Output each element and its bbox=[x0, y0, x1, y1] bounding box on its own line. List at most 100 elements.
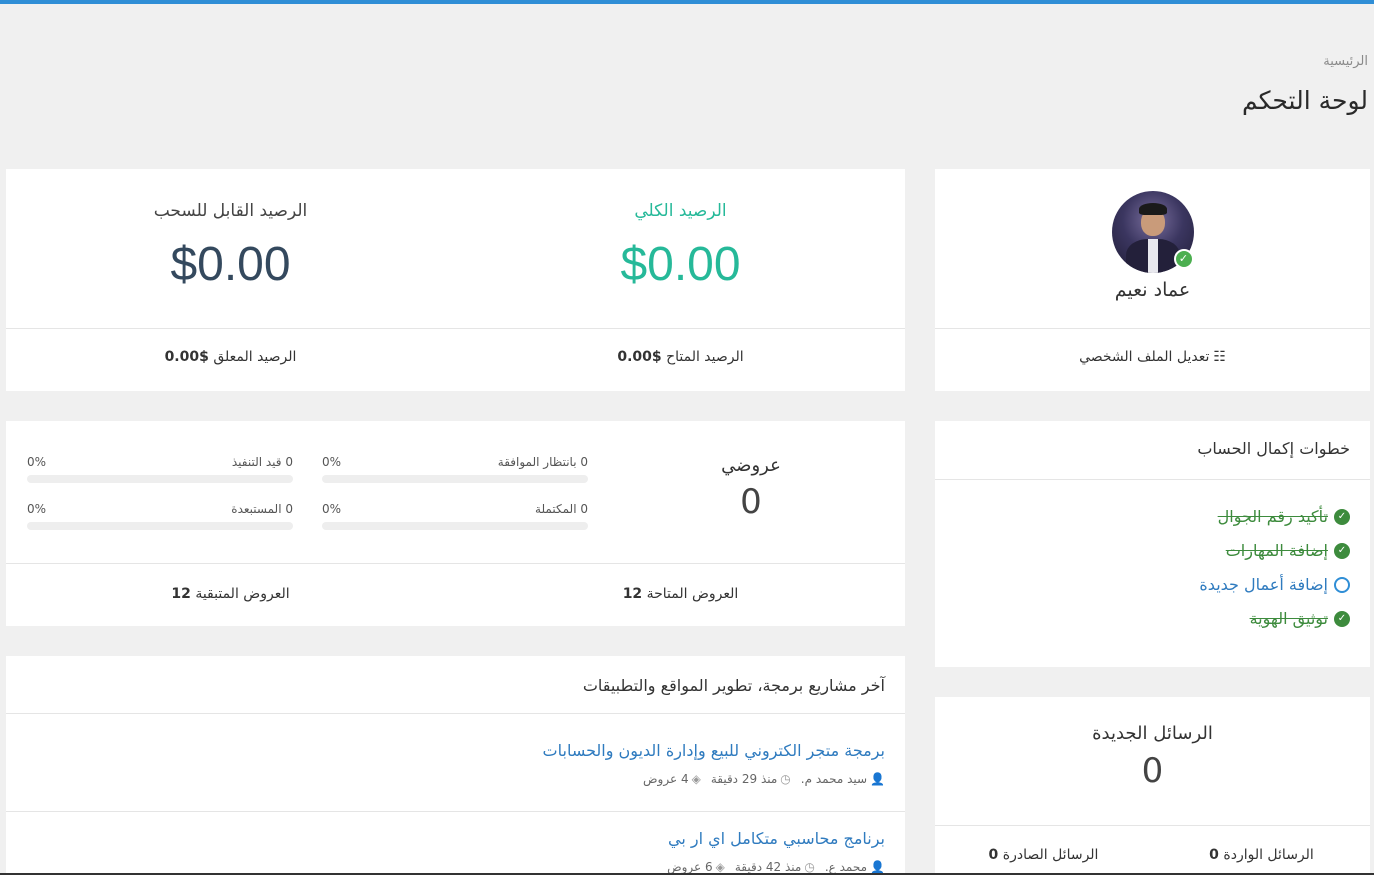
divider bbox=[935, 479, 1370, 480]
step-status-icon: ✓ bbox=[1334, 610, 1350, 627]
progress-completed: 0 المكتملة 0% bbox=[322, 502, 588, 530]
inbox-value: 0 bbox=[1209, 847, 1219, 863]
progress-excluded: 0 المستبعدة 0% bbox=[27, 502, 293, 530]
remaining-offers-label: العروض المتبقية bbox=[195, 586, 290, 602]
pending-balance-label: الرصيد المعلق bbox=[213, 349, 297, 365]
project-item: برمجة متجر الكتروني للبيع وإدارة الديون … bbox=[543, 741, 885, 786]
withdrawable-balance: الرصيد القابل للسحب $0.00 bbox=[6, 201, 455, 292]
divider bbox=[935, 825, 1370, 826]
clock-icon: ◷ bbox=[780, 772, 791, 786]
project-time: ◷منذ 29 دقيقة bbox=[711, 772, 791, 786]
outbox-value: 0 bbox=[988, 847, 999, 863]
outbox-messages[interactable]: الرسائل الصادرة 0 bbox=[935, 847, 1152, 863]
step-status-icon: ✓ bbox=[1334, 508, 1350, 525]
divider bbox=[935, 328, 1370, 329]
avatar-wrapper[interactable]: ✓ bbox=[1111, 191, 1194, 273]
project-title-link[interactable]: برنامج محاسبي متكامل اي ار بي bbox=[667, 829, 885, 848]
remaining-offers-value: 12 bbox=[171, 586, 191, 602]
remaining-offers: العروض المتبقية 12 bbox=[6, 586, 455, 602]
progress-bar bbox=[322, 475, 588, 483]
project-offers-text: 6 عروض bbox=[667, 860, 713, 874]
project-meta: 👤محمد ع. ◷منذ 42 دقيقة ◈6 عروض bbox=[667, 860, 885, 874]
page-title: لوحة التحكم bbox=[1241, 86, 1368, 115]
progress-bar bbox=[27, 522, 293, 530]
withdrawable-balance-label: الرصيد القابل للسحب bbox=[153, 201, 308, 221]
breadcrumb[interactable]: الرئيسية bbox=[1323, 54, 1368, 69]
project-offers-text: 4 عروض bbox=[643, 772, 689, 786]
project-author[interactable]: 👤سيد محمد م. bbox=[801, 772, 885, 786]
pending-balance: الرصيد المعلق $0.00 bbox=[6, 349, 455, 365]
project-author-name: سيد محمد م. bbox=[800, 772, 868, 786]
project-title-link[interactable]: برمجة متجر الكتروني للبيع وإدارة الديون … bbox=[543, 741, 885, 760]
progress-bar bbox=[27, 475, 293, 483]
inbox-messages[interactable]: الرسائل الواردة 0 bbox=[1153, 847, 1370, 863]
progress-label: 0 بانتظار الموافقة bbox=[497, 455, 588, 469]
project-time: ◷منذ 42 دقيقة bbox=[735, 860, 815, 874]
edit-profile-link[interactable]: ☷تعديل الملف الشخصي bbox=[935, 349, 1370, 365]
divider bbox=[6, 811, 905, 812]
tag-icon: ◈ bbox=[715, 860, 725, 874]
messages-title: الرسائل الجديدة bbox=[1092, 723, 1213, 744]
progress-bar bbox=[322, 522, 588, 530]
step-status-icon bbox=[1334, 576, 1350, 593]
project-offers: ◈4 عروض bbox=[643, 772, 701, 786]
progress-percent: 0% bbox=[322, 502, 342, 516]
step-label: إضافة أعمال جديدة bbox=[1199, 575, 1328, 594]
progress-percent: 0% bbox=[27, 502, 47, 516]
inbox-label: الرسائل الواردة bbox=[1223, 847, 1314, 863]
balance-card: الرصيد الكلي $0.00 الرصيد القابل للسحب $… bbox=[6, 169, 905, 391]
pending-balance-value: $0.00 bbox=[164, 349, 209, 365]
available-offers-label: العروض المتاحة bbox=[646, 586, 739, 602]
steps-heading: خطوات إكمال الحساب bbox=[1197, 439, 1350, 458]
project-item: برنامج محاسبي متكامل اي ار بي 👤محمد ع. ◷… bbox=[667, 829, 885, 874]
step-item[interactable]: ✓ تأكيد رقم الجوال bbox=[1199, 507, 1350, 526]
user-icon: 👤 bbox=[870, 772, 885, 786]
outbox-label: الرسائل الصادرة bbox=[1002, 847, 1099, 863]
step-item[interactable]: ✓ إضافة المهارات bbox=[1199, 541, 1350, 560]
progress-label: 0 قيد التنفيذ bbox=[231, 455, 293, 469]
divider bbox=[6, 713, 905, 714]
messages-count: 0 bbox=[1141, 751, 1164, 791]
clock-icon: ◷ bbox=[804, 860, 815, 874]
step-item[interactable]: إضافة أعمال جديدة bbox=[1199, 575, 1350, 594]
offers-card: عروضي 0 0 بانتظار الموافقة 0% 0 قيد التنف… bbox=[6, 421, 905, 626]
avatar-shirt bbox=[1147, 239, 1158, 273]
progress-percent: 0% bbox=[27, 455, 47, 469]
projects-heading: آخر مشاريع برمجة، تطوير المواقع والتطبيق… bbox=[582, 676, 885, 695]
messages-card: الرسائل الجديدة 0 الرسائل الواردة 0 الرس… bbox=[935, 697, 1370, 875]
steps-list: ✓ تأكيد رقم الجوال ✓ إضافة المهارات إضاف… bbox=[1199, 507, 1350, 643]
step-label: إضافة المهارات bbox=[1225, 541, 1328, 560]
progress-label: 0 المستبعدة bbox=[231, 502, 293, 516]
account-steps-card: خطوات إكمال الحساب ✓ تأكيد رقم الجوال ✓ … bbox=[935, 421, 1370, 667]
offers-count: 0 bbox=[740, 482, 762, 522]
step-item[interactable]: ✓ توثيق الهوية bbox=[1199, 609, 1350, 628]
available-offers: العروض المتاحة 12 bbox=[456, 586, 905, 602]
progress-label: 0 المكتملة bbox=[535, 502, 588, 516]
available-balance-label: الرصيد المتاح bbox=[666, 349, 744, 365]
total-balance: الرصيد الكلي $0.00 bbox=[456, 201, 905, 292]
project-offers: ◈6 عروض bbox=[667, 860, 725, 874]
profile-card: ✓ عماد نعيم ☷تعديل الملف الشخصي bbox=[935, 169, 1370, 391]
profile-name[interactable]: عماد نعيم bbox=[935, 279, 1370, 301]
tag-icon: ◈ bbox=[691, 772, 701, 786]
total-balance-value: $0.00 bbox=[620, 238, 741, 291]
available-balance-value: $0.00 bbox=[617, 349, 662, 365]
progress-pending: 0 بانتظار الموافقة 0% bbox=[322, 455, 588, 483]
verified-check-icon: ✓ bbox=[1173, 249, 1194, 269]
sliders-icon: ☷ bbox=[1213, 349, 1226, 365]
project-time-text: منذ 29 دقيقة bbox=[710, 772, 778, 786]
available-balance: الرصيد المتاح $0.00 bbox=[456, 349, 905, 365]
project-author[interactable]: 👤محمد ع. bbox=[825, 860, 885, 874]
edit-profile-label: تعديل الملف الشخصي bbox=[1079, 349, 1210, 365]
project-author-name: محمد ع. bbox=[824, 860, 868, 874]
divider bbox=[6, 563, 905, 564]
divider bbox=[6, 328, 905, 329]
step-label: تأكيد رقم الجوال bbox=[1217, 507, 1328, 526]
offers-summary: عروضي 0 bbox=[721, 455, 781, 522]
project-time-text: منذ 42 دقيقة bbox=[734, 860, 802, 874]
latest-projects-card: آخر مشاريع برمجة، تطوير المواقع والتطبيق… bbox=[6, 656, 905, 875]
avatar-hair bbox=[1138, 203, 1167, 215]
available-offers-value: 12 bbox=[622, 586, 643, 602]
progress-in-progress: 0 قيد التنفيذ 0% bbox=[27, 455, 293, 483]
step-label: توثيق الهوية bbox=[1249, 609, 1328, 628]
